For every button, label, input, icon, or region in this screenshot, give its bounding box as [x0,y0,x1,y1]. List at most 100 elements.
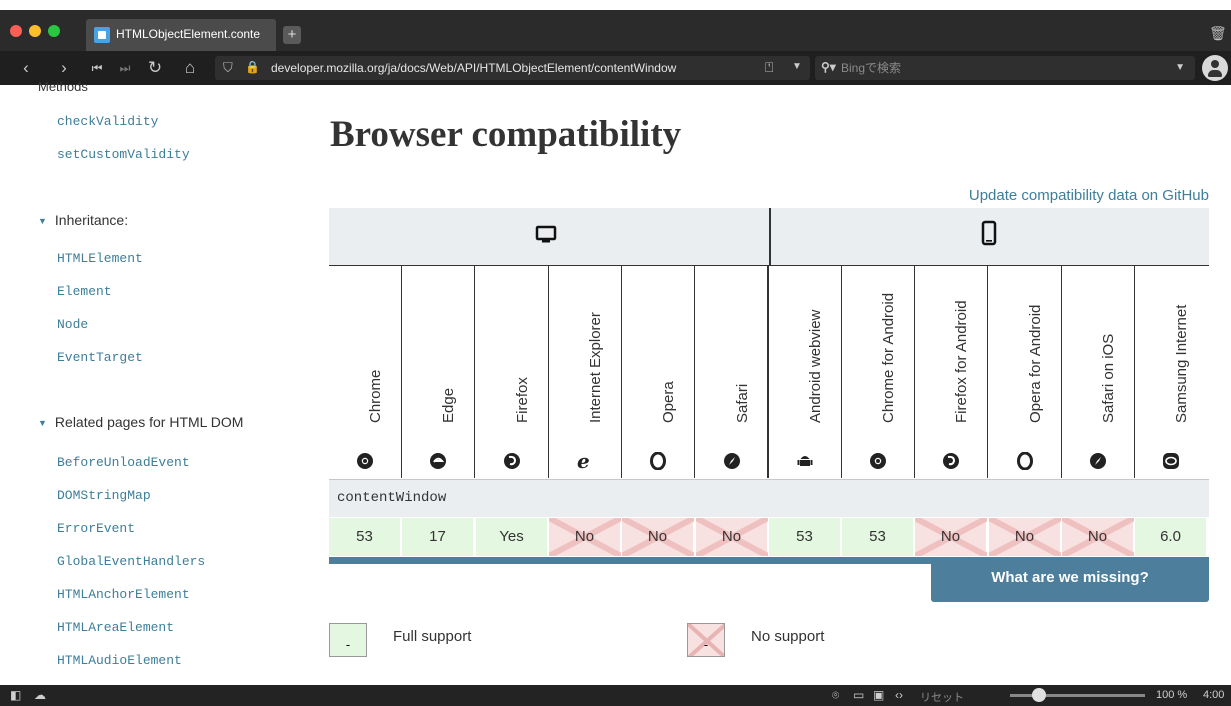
browser-header-chrome: Chrome [329,266,402,478]
back-button[interactable]: ‹ [16,57,36,79]
sidebar-toggle-icon[interactable]: ◧ [10,688,21,702]
reload-button[interactable]: ↻ [145,57,165,79]
support-cell-firefox[interactable]: Yes [476,518,548,556]
browser-name: Firefox for Android [953,300,970,423]
sidebar-link-setcustomvalidity[interactable]: setCustomValidity [57,147,190,162]
zoom-reset-button[interactable]: リセット [920,689,964,705]
support-cell-opera[interactable]: No [622,518,694,556]
support-cell-safari-on-ios[interactable]: No [1062,518,1134,556]
sidebar-inheritance-heading[interactable]: ▼ Inheritance: [38,212,128,228]
browser-header-opera-for-android: Opera for Android [989,266,1062,478]
support-value: No [1014,528,1035,545]
sidebar-link-errorevent[interactable]: ErrorEvent [57,521,135,536]
triangle-down-icon: ▼ [38,418,47,428]
firefox-icon [504,453,520,469]
url-text[interactable]: developer.mozilla.org/ja/docs/Web/API/HT… [271,61,676,75]
support-cell-safari[interactable]: No [696,518,768,556]
android-icon [797,456,813,466]
browser-header-firefox: Firefox [476,266,549,478]
browser-name: Internet Explorer [587,312,604,423]
window-icon[interactable]: ▭ [853,688,864,702]
sidebar-link-htmlaudioelement[interactable]: HTMLAudioElement [57,653,182,668]
browser-header-chrome-for-android: Chrome for Android [842,266,915,478]
sidebar-link-eventtarget[interactable]: EventTarget [57,350,143,365]
support-value: No [647,528,668,545]
profile-avatar[interactable] [1202,55,1228,81]
support-value: 53 [796,528,813,545]
new-tab-button[interactable]: + [283,26,301,44]
legend-no-support-mark: - [703,637,709,652]
opera-icon [650,452,666,470]
support-cell-chrome-for-android[interactable]: 53 [842,518,914,556]
sidebar-link-htmlareaelement[interactable]: HTMLAreaElement [57,620,174,635]
support-cell-opera-for-android[interactable]: No [989,518,1061,556]
zoom-slider-track[interactable] [1010,694,1145,697]
search-bar[interactable]: ⚲▾ ▼ [815,56,1195,80]
platform-row [329,208,1209,266]
status-bar: ◧ ☁ ⌾ ▭ ▣ ‹› リセット 100 % 4:00 [0,685,1231,706]
lock-icon[interactable]: 🔒 [245,60,260,74]
support-cell-internet-explorer[interactable]: No [549,518,621,556]
address-bar[interactable]: ⛉ 🔒 developer.mozilla.org/ja/docs/Web/AP… [215,56,810,80]
cloud-icon[interactable]: ☁ [34,688,46,702]
trash-icon[interactable]: 🗑 [1209,26,1227,41]
support-cell-samsung-internet[interactable]: 6.0 [1135,518,1207,556]
sidebar-link-element[interactable]: Element [57,284,112,299]
fast-forward-button[interactable]: ⏭ [116,57,134,79]
sidebar-link-checkvalidity[interactable]: checkValidity [57,114,158,129]
home-button[interactable]: ⌂ [180,57,200,79]
sidebar-link-node[interactable]: Node [57,317,88,332]
feature-name: contentWindow [337,490,447,506]
browser-name: Firefox [514,377,531,423]
sidebar-link-domstringmap[interactable]: DOMStringMap [57,488,151,503]
chevron-down-icon[interactable]: ▼ [792,61,802,72]
image-icon[interactable]: ▣ [873,688,884,702]
close-window-button[interactable] [10,25,22,37]
forward-button[interactable]: › [54,57,74,79]
support-value: No [940,528,961,545]
chevron-down-icon[interactable]: ▼ [1175,62,1185,73]
code-icon[interactable]: ‹› [895,688,903,702]
sidebar-link-htmlanchorelement[interactable]: HTMLAnchorElement [57,587,190,602]
navigation-bar: ‹ › ⏮ ⏭ ↻ ⌂ ⛉ 🔒 developer.mozilla.org/ja… [0,51,1231,85]
legend-no-support-label: No support [751,628,825,645]
support-cell-firefox-for-android[interactable]: No [915,518,987,556]
tab-title: HTMLObjectElement.conte [116,27,261,41]
support-cell-edge[interactable]: 17 [402,518,474,556]
zoom-slider-knob[interactable] [1032,688,1046,702]
legend-no-support-swatch: - [687,623,725,657]
tab-active[interactable]: HTMLObjectElement.conte [86,19,276,51]
what-are-we-missing-button[interactable]: What are we missing? [931,558,1209,602]
tab-bar: HTMLObjectElement.conte + 🗑 [0,10,1231,51]
support-cell-chrome[interactable]: 53 [329,518,401,556]
support-cell-android-webview[interactable]: 53 [769,518,841,556]
sync-icon[interactable]: ⌾ [832,688,839,703]
support-value: 53 [356,528,373,545]
browser-name: Samsung Internet [1173,304,1190,423]
sidebar: Methods checkValidity setCustomValidity … [0,79,300,685]
sidebar-link-htmlelement[interactable]: HTMLElement [57,251,143,266]
rewind-button[interactable]: ⏮ [88,57,106,79]
browser-header-internet-explorer: Internet Explorer e [549,266,622,478]
browser-name: Safari [734,383,751,423]
shield-icon[interactable]: ⛉ [223,60,233,76]
ie-icon: e [577,452,590,470]
sidebar-link-globaleventhandlers[interactable]: GlobalEventHandlers [57,554,205,569]
bookmark-icon[interactable]: ⍞ [765,59,773,76]
zoom-window-button[interactable] [48,25,60,37]
triangle-down-icon: ▼ [38,216,47,226]
legend-full-support-swatch: - [329,623,367,657]
github-update-link[interactable]: Update compatibility data on GitHub [969,187,1209,204]
browser-header-safari-on-ios: Safari on iOS [1062,266,1135,478]
page-title: Browser compatibility [330,114,682,155]
svg-text:e: e [577,452,590,470]
samsung-icon [1163,453,1179,469]
search-input[interactable] [841,60,1161,76]
firefox-icon [943,453,959,469]
sidebar-related-heading[interactable]: ▼ Related pages for HTML DOM [38,414,243,430]
sidebar-link-beforeunloadevent[interactable]: BeforeUnloadEvent [57,455,190,470]
minimize-window-button[interactable] [29,25,41,37]
browser-name: Chrome [367,369,384,423]
edge-icon [430,453,446,469]
clock: 4:00 [1203,689,1225,701]
